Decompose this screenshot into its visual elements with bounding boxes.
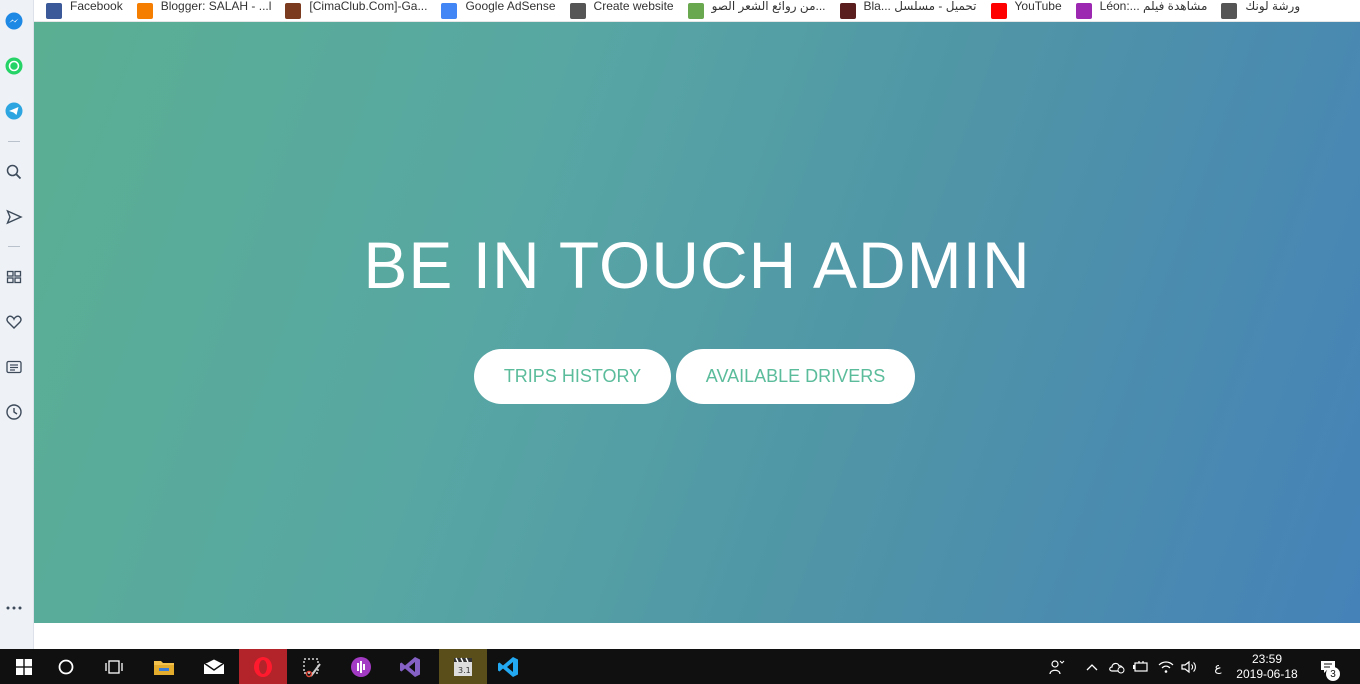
bookmark-item[interactable]: Facebook <box>46 0 123 21</box>
people-icon[interactable] <box>1045 649 1069 684</box>
facebook-icon <box>46 2 62 19</box>
visual-studio-icon[interactable] <box>386 649 434 684</box>
bookmark-label: Bla... تحميل - مسلسل <box>863 0 977 13</box>
history-icon[interactable] <box>5 403 23 421</box>
clock-date: 2019-06-18 <box>1236 667 1298 681</box>
bookmark-item[interactable]: Blogger: SALAH - ...l <box>136 0 272 21</box>
language-indicator[interactable]: ع <box>1208 649 1228 684</box>
bookmark-item[interactable]: Google AdSense <box>441 0 556 21</box>
bookmark-item[interactable]: من روائع الشعر الصو... <box>687 0 826 21</box>
task-view-icon[interactable] <box>90 649 138 684</box>
svg-text:3.1: 3.1 <box>458 666 471 675</box>
media-player-icon[interactable]: 3.1 <box>439 649 487 684</box>
adsense-icon <box>441 2 458 19</box>
trips-history-button[interactable]: TRIPS HISTORY <box>474 349 671 404</box>
send-icon[interactable] <box>5 208 23 226</box>
windows-start-icon[interactable] <box>0 649 48 684</box>
onedrive-icon[interactable] <box>1106 649 1128 684</box>
volume-icon[interactable] <box>1178 649 1200 684</box>
bookmark-label: ورشة لونك <box>1245 0 1301 13</box>
movie-icon <box>1075 2 1092 19</box>
bookmark-item[interactable]: [CimaClub.Com]-Ga... <box>285 0 428 21</box>
bookmarks-bar: Facebook Blogger: SALAH - ...l [CimaClub.C… <box>34 0 1360 22</box>
news-icon[interactable] <box>5 358 23 376</box>
page-icon <box>1221 2 1238 19</box>
cortana-search-icon[interactable] <box>42 649 90 684</box>
bookmark-label: Create website <box>593 0 674 13</box>
blogger-icon <box>136 2 153 19</box>
bookmark-label: YouTube <box>1014 0 1062 13</box>
hero-section: BE IN TOUCH ADMIN TRIPS HISTORY AVAILABL… <box>34 22 1360 623</box>
notification-badge: 3 <box>1326 667 1340 681</box>
page-content-area <box>34 623 1360 649</box>
bookmark-label: [CimaClub.Com]-Ga... <box>309 0 428 13</box>
bookmark-item[interactable]: Léon:... مشاهدة فيلم <box>1075 0 1208 21</box>
wifi-icon[interactable] <box>1155 649 1177 684</box>
bookmark-label: Google AdSense <box>465 0 556 13</box>
available-drivers-button[interactable]: AVAILABLE DRIVERS <box>676 349 915 404</box>
windows-taskbar: 3.1 ع 23:59 2019-06-18 3 <box>0 649 1360 684</box>
power-battery-icon[interactable] <box>1130 649 1152 684</box>
vscode-icon[interactable] <box>484 649 532 684</box>
youtube-icon <box>990 2 1007 19</box>
file-explorer-icon[interactable] <box>140 649 188 684</box>
page-title: BE IN TOUCH ADMIN <box>363 228 1031 302</box>
podcast-app-icon[interactable] <box>337 649 385 684</box>
heart-icon[interactable] <box>5 313 23 331</box>
bookmark-label: Léon:... مشاهدة فيلم <box>1099 0 1208 13</box>
page-icon <box>569 2 586 19</box>
search-icon[interactable] <box>5 163 23 181</box>
opera-browser-icon[interactable] <box>239 649 287 684</box>
cimaclub-icon <box>285 2 302 19</box>
poetry-icon <box>687 2 704 19</box>
mail-icon[interactable] <box>190 649 238 684</box>
clock-time: 23:59 <box>1251 652 1283 666</box>
sidebar-divider <box>8 246 20 247</box>
telegram-icon[interactable] <box>5 102 23 120</box>
bookmark-item[interactable]: ورشة لونك <box>1221 0 1301 21</box>
bookmark-label: من روائع الشعر الصو... <box>711 0 826 13</box>
bookmark-item[interactable]: Create website <box>569 0 674 21</box>
sidebar-divider <box>8 141 20 142</box>
more-icon[interactable] <box>5 599 23 617</box>
chevron-up-icon[interactable] <box>1082 649 1102 684</box>
clock[interactable]: 23:59 2019-06-18 <box>1232 652 1302 682</box>
series-icon <box>839 2 856 19</box>
whatsapp-icon[interactable] <box>5 57 23 75</box>
snipping-tool-icon[interactable] <box>288 649 336 684</box>
messenger-icon[interactable] <box>5 12 23 30</box>
bookmark-label: Facebook <box>70 0 123 13</box>
bookmark-label: Blogger: SALAH - ...l <box>160 0 272 13</box>
speed-dial-icon[interactable] <box>5 268 23 286</box>
bookmark-item[interactable]: Bla... تحميل - مسلسل <box>839 0 977 21</box>
action-center-icon[interactable]: 3 <box>1314 649 1342 684</box>
browser-sidebar <box>0 0 34 649</box>
bookmark-item[interactable]: YouTube <box>990 0 1062 21</box>
